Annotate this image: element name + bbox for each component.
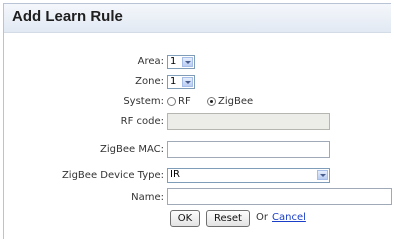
ok-button[interactable]: OK <box>170 210 200 227</box>
chevron-down-icon <box>182 57 193 67</box>
rf-code-label: RF code: <box>120 116 164 127</box>
panel-header: Add Learn Rule <box>4 4 391 33</box>
zigbee-device-type-select[interactable]: IR <box>167 168 330 183</box>
chevron-down-icon <box>182 77 193 87</box>
system-label: System: <box>123 96 164 107</box>
system-zigbee-label: ZigBee <box>218 96 254 107</box>
system-rf-label: RF <box>178 96 191 107</box>
zone-select-value: 1 <box>170 76 177 87</box>
area-select[interactable]: 1 <box>167 55 195 69</box>
chevron-down-icon <box>317 170 328 180</box>
or-text: Or <box>256 212 268 223</box>
area-label: Area: <box>137 56 164 67</box>
rf-code-input[interactable] <box>167 113 330 130</box>
area-select-value: 1 <box>170 56 177 67</box>
zigbee-mac-input[interactable] <box>167 141 330 158</box>
zigbee-device-type-label: ZigBee Device Type: <box>61 170 164 181</box>
name-input[interactable] <box>167 188 392 205</box>
name-label: Name: <box>131 192 164 203</box>
zone-select[interactable]: 1 <box>167 75 195 89</box>
panel-title: Add Learn Rule <box>12 8 123 25</box>
cancel-link[interactable]: Cancel <box>272 212 306 223</box>
system-zigbee-radio[interactable] <box>207 97 216 106</box>
zone-label: Zone: <box>135 76 164 87</box>
reset-button[interactable]: Reset <box>206 210 250 227</box>
zigbee-mac-label: ZigBee MAC: <box>100 144 164 155</box>
system-rf-radio[interactable] <box>167 97 176 106</box>
zigbee-device-type-value: IR <box>170 169 180 180</box>
